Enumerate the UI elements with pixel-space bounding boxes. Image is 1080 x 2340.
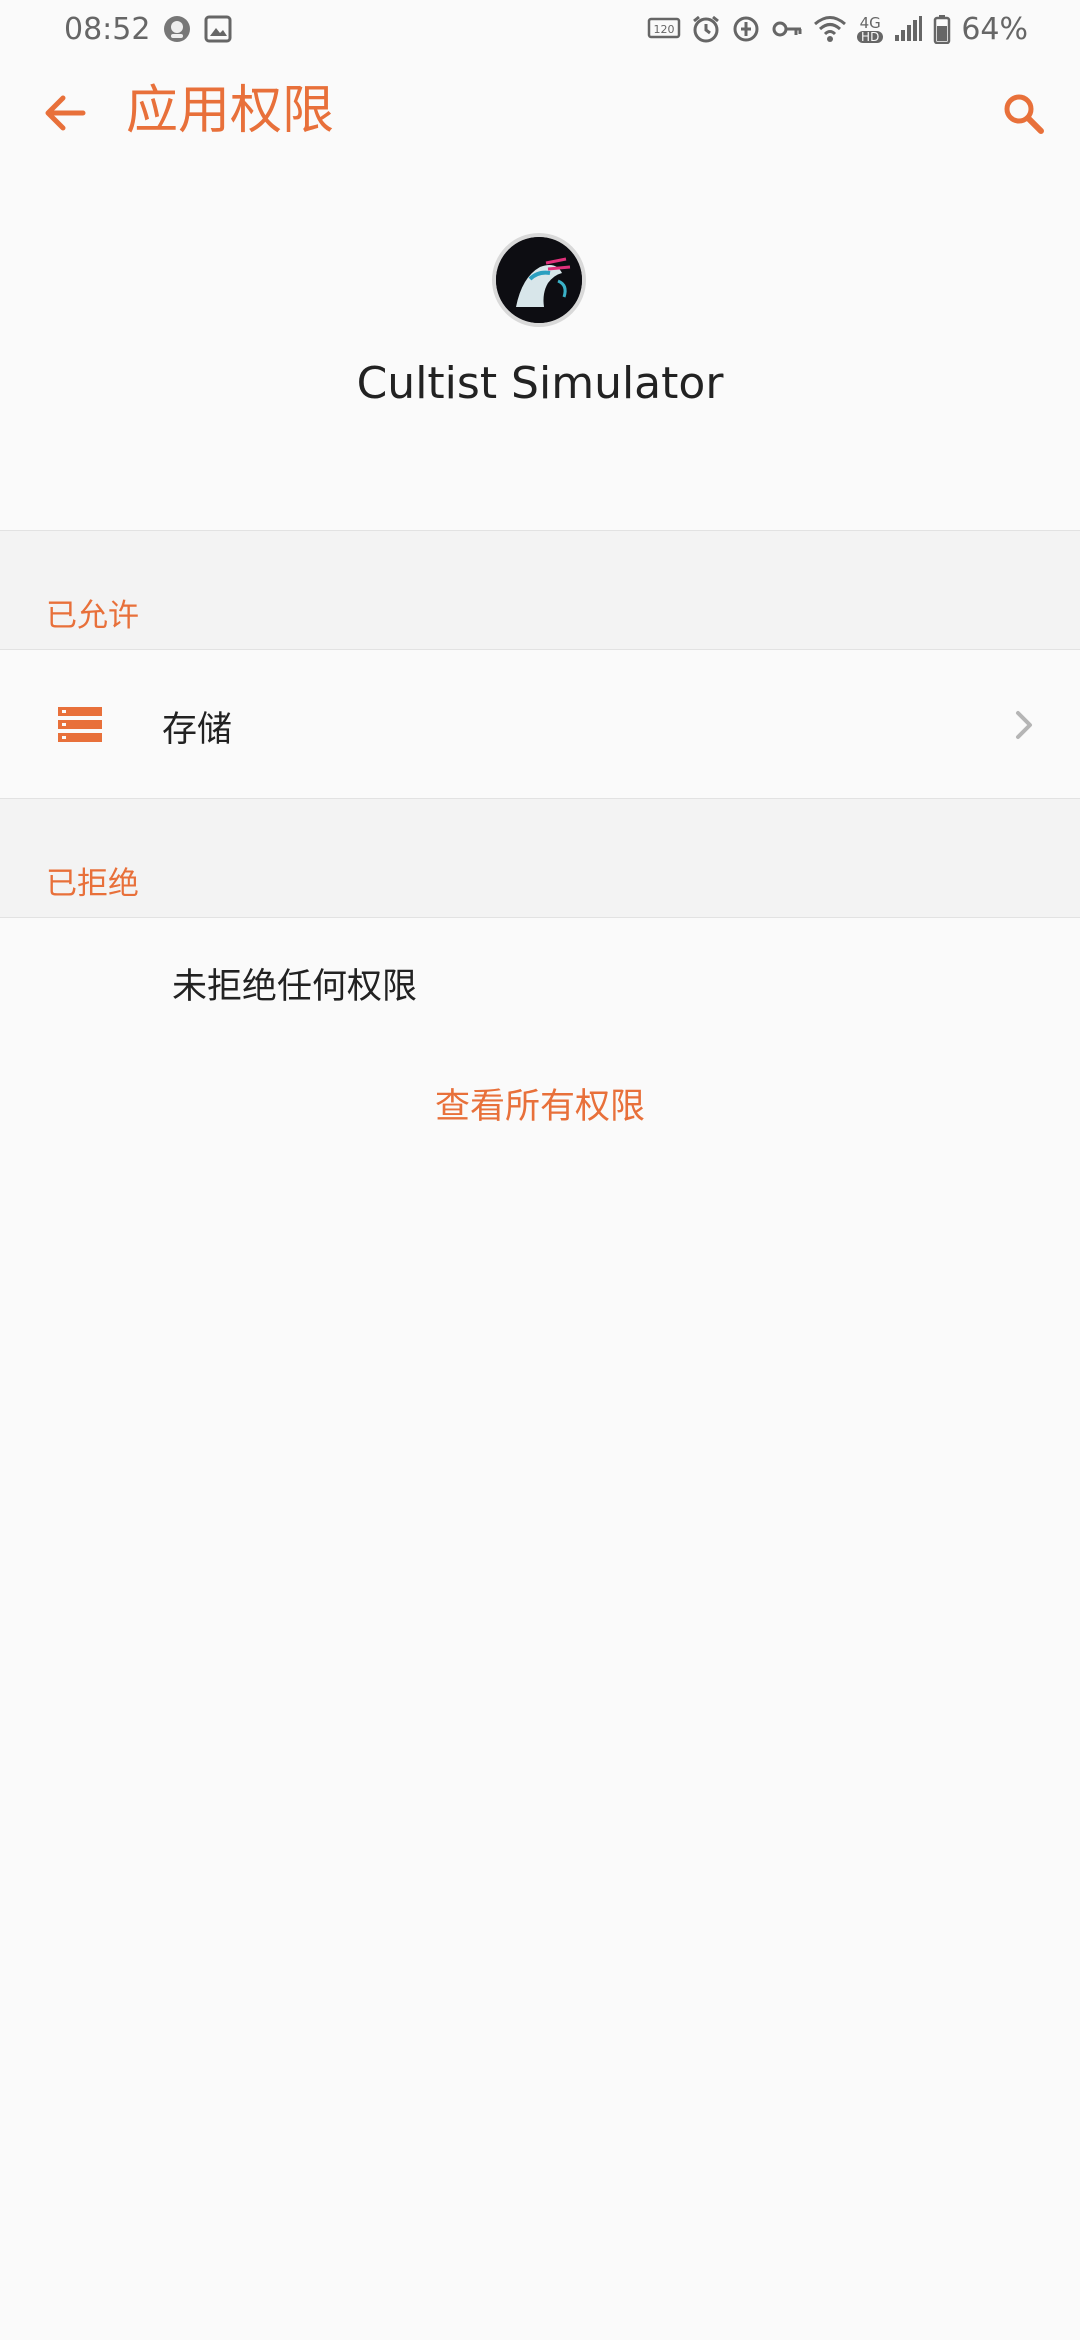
search-icon [1004, 94, 1044, 134]
network-type-label: 4G [859, 13, 881, 32]
app-bar: 应用权限 [0, 58, 1080, 168]
data-saver-icon [731, 14, 761, 44]
section-header-allowed: 已允许 [0, 530, 1080, 650]
section-title-allowed: 已允许 [46, 598, 139, 634]
denied-empty-text: 未拒绝任何权限 [172, 967, 418, 1007]
notification-app-icon [162, 14, 192, 44]
image-icon [204, 15, 232, 43]
vpn-key-icon [771, 16, 803, 42]
svg-text:120: 120 [654, 23, 675, 36]
section-title-denied: 已拒绝 [46, 866, 139, 902]
app-name: Cultist Simulator [356, 358, 724, 409]
arrow-back-icon [45, 95, 86, 131]
page-title: 应用权限 [126, 81, 335, 141]
wifi-icon [813, 14, 847, 44]
battery-icon [933, 14, 951, 44]
section-header-denied: 已拒绝 [0, 798, 1080, 918]
refresh-rate-icon: 120 [647, 15, 681, 43]
search-button[interactable] [996, 86, 1050, 140]
app-icon [492, 233, 586, 327]
network-4g-hd-icon: 4G HD [857, 13, 884, 43]
storage-icon [58, 707, 102, 742]
permission-row-storage[interactable]: 存储 [0, 652, 1080, 798]
hd-badge: HD [857, 30, 884, 43]
battery-percent: 64% [961, 11, 1028, 47]
app-header: Cultist Simulator [0, 230, 1080, 430]
status-bar: 08:52 120 4G HD 64% [0, 0, 1080, 58]
permission-label: 存储 [162, 710, 233, 750]
back-button[interactable] [38, 86, 92, 140]
status-time: 08:52 [64, 11, 151, 47]
view-all-permissions-link[interactable]: 查看所有权限 [0, 1078, 1080, 1129]
signal-icon [893, 15, 923, 43]
alarm-icon [691, 14, 721, 44]
chevron-right-icon [1016, 711, 1032, 739]
